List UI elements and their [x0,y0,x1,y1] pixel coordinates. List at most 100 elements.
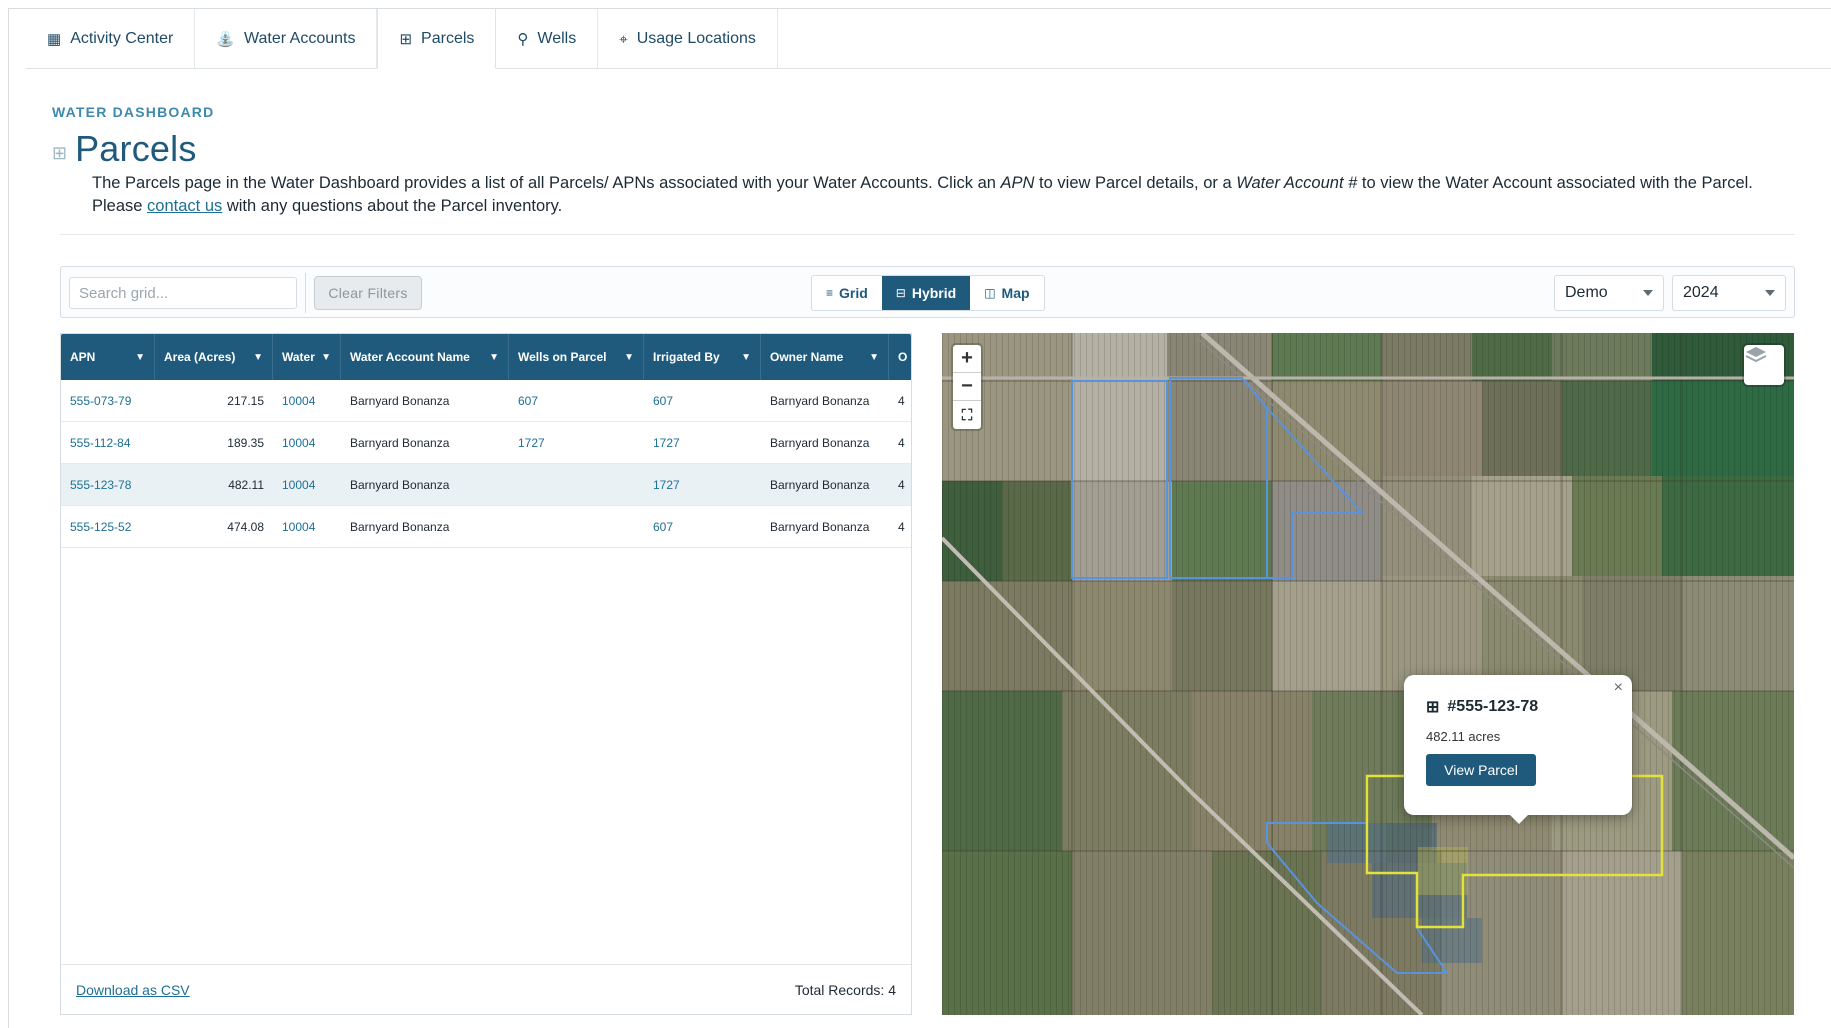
zoom-out-button[interactable]: − [953,373,981,401]
column-header-apn[interactable]: APN ▼ [61,334,155,380]
desc-apn: APN [1000,174,1035,192]
filter-icon[interactable]: ▼ [624,352,634,363]
desc-text: The Parcels page in the Water Dashboard … [92,174,1001,192]
tab-label: Activity Center [70,30,174,47]
search-input[interactable] [69,277,297,309]
view-hybrid-button[interactable]: ⊟ Hybrid [881,276,971,310]
year-value: 2024 [1683,284,1719,301]
owner-name-cell: Barnyard Bonanza [770,393,870,408]
table-row[interactable]: 555-125-52 474.08 10004 Barnyard Bonanza… [61,506,911,548]
zoom-in-button[interactable]: + [953,345,981,373]
close-icon[interactable]: × [1614,679,1623,697]
hybrid-icon: ⊟ [895,286,906,300]
apn-link[interactable]: 555-123-78 [61,478,155,492]
dashboard-icon: ▦ [47,31,62,48]
parcel-popup: × ⊞ #555-123-78 482.11 acres View Parcel [1404,675,1632,824]
year-select[interactable]: 2024 [1672,275,1786,311]
view-label: Grid [839,285,868,301]
tab-parcels[interactable]: ⊞ Parcels [377,9,497,69]
filter-icon[interactable]: ▼ [489,352,499,363]
contact-us-link[interactable]: contact us [147,197,222,215]
column-label: Water [282,350,315,364]
view-toggle: ≡ Grid ⊟ Hybrid ◫ Map [811,275,1045,311]
column-header-irrigated-by[interactable]: Irrigated By ▼ [644,334,761,380]
irrigated-by-link[interactable]: 607 [644,394,761,408]
desc-text: with any questions about the Parcel inve… [222,197,563,215]
apn-link[interactable]: 555-073-79 [61,394,155,408]
wells-link[interactable]: 607 [509,394,644,408]
page-title-row: ⊞ Parcels [52,128,197,170]
water-account-name-cell: Barnyard Bonanza [350,477,450,492]
parcels-grid: APN ▼ Area (Acres) ▼ Water ▼ Water Account … [60,333,912,1015]
column-header-owner-name[interactable]: Owner Name ▼ [761,334,889,380]
geography-select[interactable]: Demo [1554,275,1664,311]
filter-icon[interactable]: ▼ [321,352,331,363]
column-label: O [898,350,908,364]
filter-icon[interactable]: ▼ [741,352,751,363]
water-account-link[interactable]: 10004 [273,520,341,534]
zoom-control: + − ⛶ [953,345,981,429]
tab-usage-locations[interactable]: ⌖ Usage Locations [598,9,778,69]
geography-value: Demo [1565,284,1608,301]
fullscreen-button[interactable]: ⛶ [953,401,981,429]
table-row-selected[interactable]: 555-123-78 482.11 10004 Barnyard Bonanza… [61,464,911,506]
page-eyebrow: WATER DASHBOARD [52,104,215,120]
list-icon: ≡ [826,286,834,300]
grid-header: APN ▼ Area (Acres) ▼ Water ▼ Water Account … [61,334,911,380]
column-header-overflow[interactable]: O [889,334,911,380]
apn-link[interactable]: 555-125-52 [61,520,155,534]
overflow-cell: 4 [898,435,905,450]
parcel-grid-icon: ⊞ [52,142,68,163]
divider [60,234,1795,235]
column-label: Area (Acres) [164,350,236,364]
filter-icon[interactable]: ▼ [869,352,879,363]
column-label: Water Account Name [350,350,470,364]
water-account-link[interactable]: 10004 [273,478,341,492]
crop-row-texture [942,333,1794,1015]
download-csv-link[interactable]: Download as CSV [76,982,190,998]
irrigated-by-link[interactable]: 607 [644,520,761,534]
column-label: APN [70,350,96,364]
filter-icon[interactable]: ▼ [135,352,145,363]
water-account-name-cell: Barnyard Bonanza [350,519,450,534]
popup-title: ⊞ #555-123-78 [1426,697,1610,717]
wells-link[interactable]: 1727 [509,436,644,450]
view-parcel-button[interactable]: View Parcel [1426,754,1536,786]
column-header-wells-on-parcel[interactable]: Wells on Parcel ▼ [509,334,644,380]
page-description: The Parcels page in the Water Dashboard … [92,172,1792,218]
area-cell: 474.08 [227,519,264,534]
water-account-link[interactable]: 10004 [273,436,341,450]
table-row[interactable]: 555-112-84 189.35 10004 Barnyard Bonanza… [61,422,911,464]
layers-button[interactable] [1744,345,1784,385]
table-row[interactable]: 555-073-79 217.15 10004 Barnyard Bonanza… [61,380,911,422]
tab-wells[interactable]: ⚲ Wells [496,9,599,69]
column-header-water[interactable]: Water ▼ [273,334,341,380]
apn-link[interactable]: 555-112-84 [61,436,155,450]
toolbar-separator [305,273,306,313]
column-header-area[interactable]: Area (Acres) ▼ [155,334,273,380]
column-header-water-account-name[interactable]: Water Account Name ▼ [341,334,509,380]
map-marker-icon: ⌖ [619,30,628,48]
area-cell: 482.11 [228,477,264,492]
view-label: Hybrid [911,285,957,301]
tab-water-accounts[interactable]: ⛲ Water Accounts [195,9,378,69]
view-map-button[interactable]: ◫ Map [970,276,1043,310]
overflow-cell: 4 [898,393,905,408]
irrigated-by-link[interactable]: 1727 [644,478,761,492]
desc-water-account: Water Account # [1236,174,1358,192]
view-grid-button[interactable]: ≡ Grid [812,276,882,310]
view-label: Map [1001,285,1030,301]
well-icon: ⚲ [517,31,529,48]
area-cell: 217.15 [227,393,264,408]
water-account-link[interactable]: 10004 [273,394,341,408]
chevron-down-icon [1643,290,1653,296]
irrigated-by-link[interactable]: 1727 [644,436,761,450]
popup-parcel-number: #555-123-78 [1447,698,1539,715]
clear-filters-button[interactable]: Clear Filters [314,276,422,310]
tab-label: Water Accounts [244,30,356,47]
tab-activity-center[interactable]: ▦ Activity Center [26,9,196,69]
owner-name-cell: Barnyard Bonanza [770,435,870,450]
parcel-map[interactable]: + − ⛶ × ⊞ #555-123-78 482.11 acres View … [942,333,1794,1015]
overflow-cell: 4 [898,519,905,534]
filter-icon[interactable]: ▼ [253,352,263,363]
